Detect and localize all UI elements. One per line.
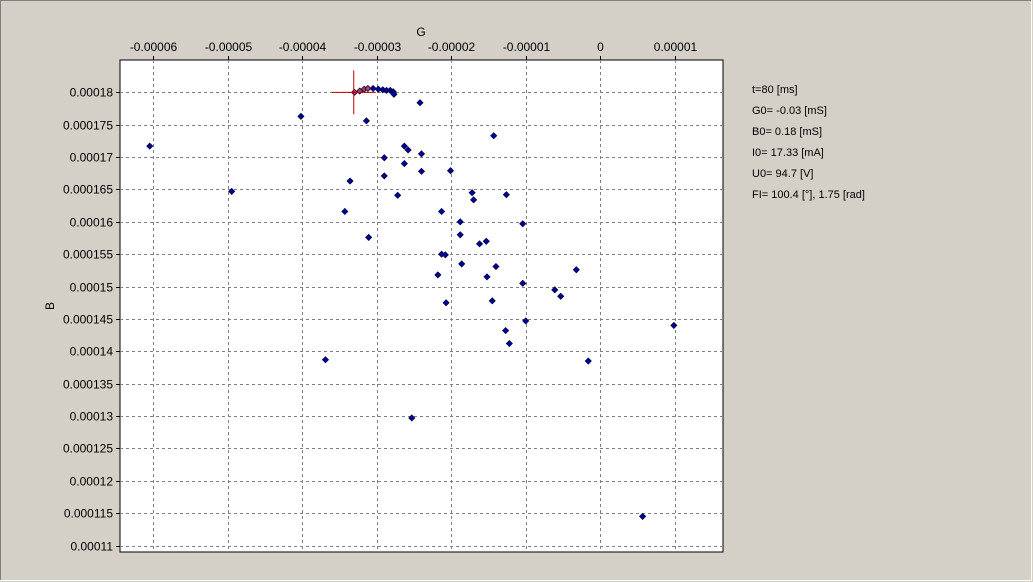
y-tick-label: 0.00013 xyxy=(70,410,114,424)
measurement-info-panel: t=80 [ms] G0= -0.03 [mS] B0= 0.18 [mS] I… xyxy=(752,80,865,206)
y-tick-label: 0.00011 xyxy=(71,540,114,554)
x-axis-title: G xyxy=(416,25,425,39)
y-tick-label: 0.00015 xyxy=(70,281,114,295)
y-tick-label: 0.000145 xyxy=(63,313,113,327)
scatter-chart: -0.00006 -0.00005 -0.00004 -0.00003 -0.00002… xyxy=(43,25,724,554)
y-tick-label: 0.00012 xyxy=(70,475,114,489)
x-tick-label: 0 xyxy=(597,40,604,54)
y-tick-label: 0.00016 xyxy=(70,216,114,230)
x-tick-label: 0.00001 xyxy=(654,40,698,54)
plot-area[interactable] xyxy=(119,59,724,553)
y-axis-ticks: 0.00011 0.000115 0.00012 0.000125 0.00013 0.0… xyxy=(63,86,120,554)
i0-readout: I0= 17.33 [mA] xyxy=(752,147,824,159)
u0-readout: U0= 94.7 [V] xyxy=(752,168,814,180)
y-tick-label: 0.000165 xyxy=(63,183,113,197)
x-tick-label: -0.00006 xyxy=(130,40,178,54)
y-axis-title: B xyxy=(43,302,57,310)
y-tick-label: 0.00014 xyxy=(70,345,114,359)
x-axis-ticks: -0.00006 -0.00005 -0.00004 -0.00003 -0.00002… xyxy=(130,40,698,60)
y-tick-label: 0.00018 xyxy=(70,86,114,100)
x-tick-label: -0.00003 xyxy=(354,40,402,54)
y-tick-label: 0.00017 xyxy=(70,151,114,165)
phase-readout: FI= 100.4 [°], 1.75 [rad] xyxy=(752,189,865,201)
y-tick-label: 0.000175 xyxy=(63,119,113,133)
y-tick-label: 0.000125 xyxy=(63,442,113,456)
x-tick-label: -0.00001 xyxy=(503,40,551,54)
y-tick-label: 0.000135 xyxy=(63,378,113,392)
g0-readout: G0= -0.03 [mS] xyxy=(752,105,827,117)
time-readout: t=80 [ms] xyxy=(752,84,798,96)
x-tick-label: -0.00004 xyxy=(279,40,327,54)
y-tick-label: 0.000115 xyxy=(64,507,113,521)
y-tick-label: 0.000155 xyxy=(63,248,113,262)
x-tick-label: -0.00005 xyxy=(205,40,253,54)
x-tick-label: -0.00002 xyxy=(428,40,476,54)
b0-readout: B0= 0.18 [mS] xyxy=(752,126,823,138)
